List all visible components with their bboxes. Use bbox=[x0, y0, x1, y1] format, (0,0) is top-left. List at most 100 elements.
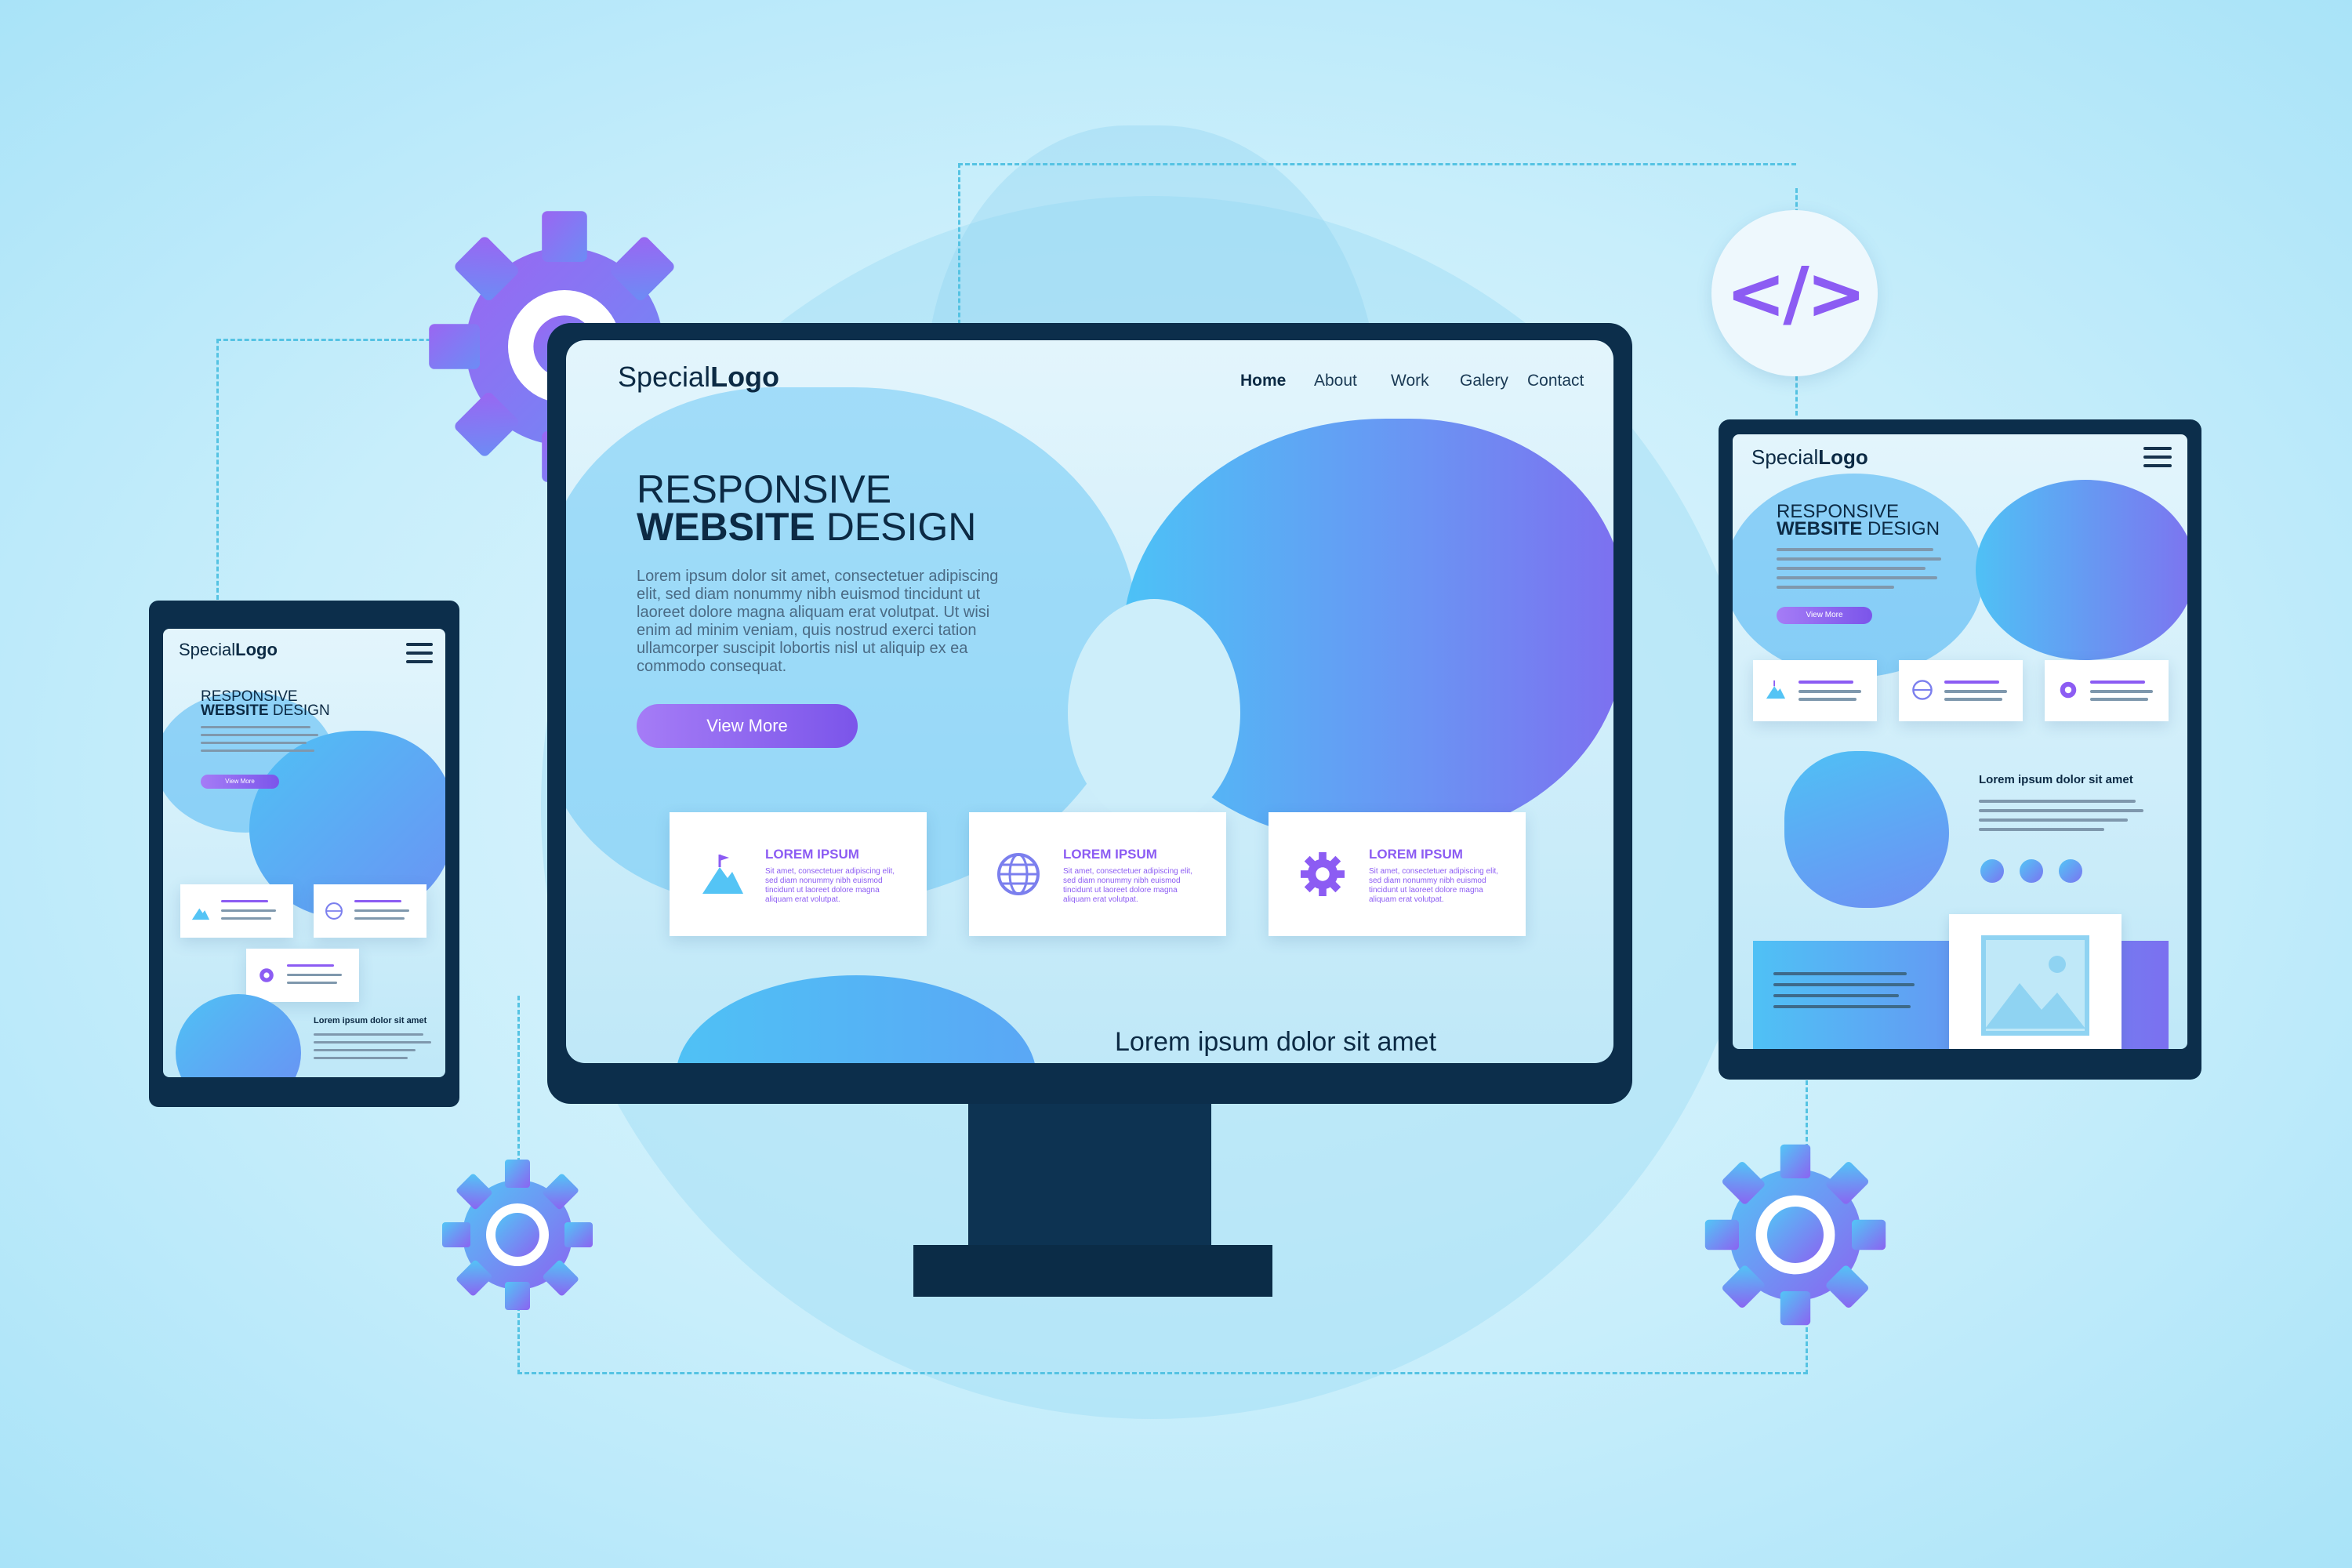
phone-card-text bbox=[354, 909, 409, 912]
tablet-text-line bbox=[1777, 548, 1933, 551]
tablet-text-line bbox=[1773, 1005, 1911, 1008]
tablet-text-line bbox=[1777, 586, 1894, 589]
tablet-dot[interactable] bbox=[1980, 859, 2004, 883]
phone-card-text bbox=[221, 900, 268, 902]
tablet-card-text bbox=[2090, 681, 2145, 684]
image-placeholder-icon bbox=[1981, 935, 2089, 1036]
tablet-card-text bbox=[1798, 698, 1857, 701]
tablet-dot[interactable] bbox=[2020, 859, 2043, 883]
globe-icon bbox=[997, 853, 1040, 895]
phone-text-line bbox=[314, 1057, 408, 1059]
tablet-logo[interactable]: SpecialLogo bbox=[1751, 445, 1868, 470]
gear-icon-small-right bbox=[1701, 1141, 1889, 1329]
monitor-stand-neck bbox=[968, 1102, 1211, 1254]
tablet-text-line bbox=[1777, 576, 1937, 579]
tablet-text-line bbox=[1777, 557, 1941, 561]
phone-card-text bbox=[354, 917, 405, 920]
feature-card-2[interactable]: LOREM IPSUM Sit amet, consectetuer adipi… bbox=[969, 812, 1226, 936]
tablet-card-text bbox=[2090, 698, 2148, 701]
phone-card-3[interactable] bbox=[246, 949, 359, 1002]
tablet-image-card bbox=[1949, 914, 2122, 1049]
tablet-hero-title: RESPONSIVE WEBSITE DESIGN bbox=[1777, 501, 1940, 539]
hero-blob-gap bbox=[1068, 599, 1240, 826]
hero-title-line1: RESPONSIVE bbox=[637, 467, 892, 511]
footer-blob bbox=[676, 975, 1036, 1063]
card-2-title: LOREM IPSUM bbox=[1063, 847, 1157, 862]
phone-card-text bbox=[287, 964, 334, 967]
phone-card-text bbox=[221, 909, 276, 912]
tablet-view-more-button[interactable]: View More bbox=[1777, 607, 1872, 624]
tablet-card-text bbox=[1944, 690, 2007, 693]
nav-galery[interactable]: Galery bbox=[1460, 372, 1508, 390]
phone-text-line bbox=[314, 1049, 416, 1051]
view-more-button[interactable]: View More bbox=[637, 704, 858, 748]
globe-icon bbox=[1912, 680, 1933, 700]
phone-text-line bbox=[201, 742, 307, 744]
monitor-stand-base bbox=[913, 1245, 1272, 1297]
site-logo[interactable]: SpecialLogo bbox=[618, 361, 779, 394]
phone-card-1[interactable] bbox=[180, 884, 293, 938]
phone-text-line bbox=[314, 1033, 423, 1036]
hero-title: RESPONSIVE WEBSITE DESIGN bbox=[637, 470, 976, 546]
gear-icon bbox=[260, 968, 274, 982]
card-3-title: LOREM IPSUM bbox=[1369, 847, 1463, 862]
nav-contact[interactable]: Contact bbox=[1527, 372, 1584, 390]
phone-blob-3 bbox=[176, 994, 301, 1077]
gear-icon-small-left bbox=[439, 1156, 596, 1313]
gear-icon bbox=[1300, 851, 1345, 897]
phone-logo[interactable]: SpecialLogo bbox=[179, 640, 278, 660]
connector-top bbox=[958, 163, 1796, 346]
nav-about[interactable]: About bbox=[1314, 372, 1357, 390]
tablet-blob-2 bbox=[1976, 480, 2187, 660]
globe-icon bbox=[325, 902, 343, 920]
tablet-dot[interactable] bbox=[2059, 859, 2082, 883]
tablet-text-line bbox=[1979, 800, 2136, 803]
tablet-card-text bbox=[1944, 681, 1999, 684]
phone-text-line bbox=[314, 1041, 431, 1044]
tablet-card-text bbox=[1798, 681, 1853, 684]
mountain-flag-icon bbox=[702, 855, 743, 894]
phone-hero-title: RESPONSIVE WEBSITE DESIGN bbox=[201, 688, 330, 719]
nav-work[interactable]: Work bbox=[1391, 372, 1429, 390]
tablet-screen: SpecialLogo RESPONSIVE WEBSITE DESIGN Vi… bbox=[1733, 434, 2187, 1049]
code-badge: </> bbox=[1711, 210, 1878, 376]
footer-heading: Lorem ipsum dolor sit amet bbox=[1115, 1027, 1437, 1057]
card-2-text: Sit amet, consectetuer adipiscing elit, … bbox=[1063, 867, 1193, 904]
phone-card-2[interactable] bbox=[314, 884, 426, 938]
tablet-card-1[interactable] bbox=[1753, 660, 1877, 721]
feature-card-3[interactable]: LOREM IPSUM Sit amet, consectetuer adipi… bbox=[1269, 812, 1526, 936]
mountain-flag-icon bbox=[191, 908, 210, 920]
hero-title-line2: WEBSITE DESIGN bbox=[637, 505, 977, 549]
card-3-text: Sit amet, consectetuer adipiscing elit, … bbox=[1369, 867, 1499, 904]
phone-menu-icon[interactable] bbox=[406, 643, 433, 669]
card-1-text: Sit amet, consectetuer adipiscing elit, … bbox=[765, 867, 895, 904]
tablet-card-2[interactable] bbox=[1899, 660, 2023, 721]
tablet-card-text bbox=[1798, 690, 1861, 693]
phone-section-heading: Lorem ipsum dolor sit amet bbox=[314, 1016, 427, 1025]
illustration-root: { "logo": { "regular": "Special", "bold"… bbox=[0, 0, 2352, 1568]
feature-card-1[interactable]: LOREM IPSUM Sit amet, consectetuer adipi… bbox=[670, 812, 927, 936]
tablet-text-line bbox=[1979, 818, 2128, 822]
tablet-text-line bbox=[1979, 828, 2104, 831]
gear-icon bbox=[2060, 681, 2077, 699]
tablet-card-text bbox=[2090, 690, 2153, 693]
tablet-text-line bbox=[1979, 809, 2143, 812]
phone-card-text bbox=[287, 982, 337, 984]
code-icon: </> bbox=[1726, 251, 1867, 336]
phone-text-line bbox=[201, 726, 310, 728]
nav-home[interactable]: Home bbox=[1240, 372, 1286, 390]
phone-text-line bbox=[201, 734, 318, 736]
tablet-blob-3 bbox=[1784, 751, 1949, 908]
tablet-card-3[interactable] bbox=[2045, 660, 2169, 721]
phone-text-line bbox=[201, 750, 314, 752]
desktop-screen: SpecialLogo Home About Work Galery Conta… bbox=[566, 340, 1613, 1063]
tablet-text-line bbox=[1777, 567, 1926, 570]
tablet-text-line bbox=[1773, 983, 1915, 986]
phone-card-text bbox=[354, 900, 401, 902]
phone-screen: SpecialLogo RESPONSIVE WEBSITE DESIGN Vi… bbox=[163, 629, 445, 1077]
tablet-menu-icon[interactable] bbox=[2143, 447, 2172, 473]
phone-view-more-button[interactable]: View More bbox=[201, 775, 279, 789]
hero-body: Lorem ipsum dolor sit amet, consectetuer… bbox=[637, 568, 999, 675]
mountain-flag-icon bbox=[1766, 680, 1786, 699]
phone-card-text bbox=[221, 917, 271, 920]
